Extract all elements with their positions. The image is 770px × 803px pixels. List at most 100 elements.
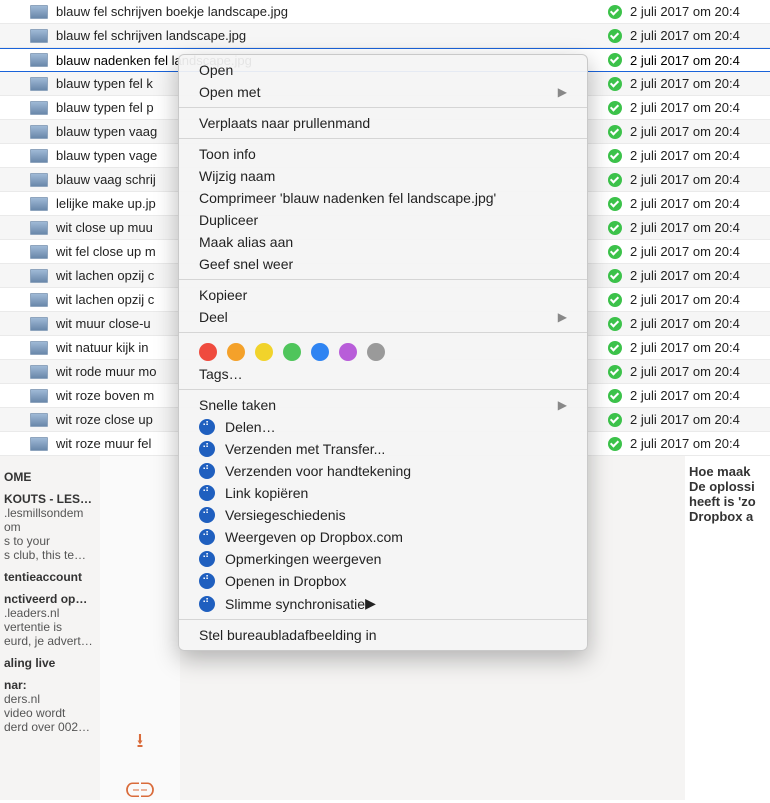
label: Delen… [225, 419, 276, 435]
dropbox-openin[interactable]: Openen in Dropbox [179, 570, 587, 592]
tag-color-dot[interactable] [311, 343, 329, 361]
chevron-right-icon: ▶ [558, 85, 567, 99]
dropbox-smartsync[interactable]: Slimme synchronisatie▶ [179, 592, 587, 615]
image-thumb-icon [30, 5, 48, 19]
separator [179, 138, 587, 139]
label: Verplaats naar prullenmand [199, 115, 370, 131]
txt: vertentie is [4, 620, 96, 634]
tag-color-dot[interactable] [227, 343, 245, 361]
action-bar: ⭳ ᕮᕭ [100, 456, 180, 800]
dropbox-icon [199, 485, 215, 501]
txt: tentieaccount [4, 570, 96, 584]
dropbox-icon [199, 529, 215, 545]
image-thumb-icon [30, 269, 48, 283]
menu-copy[interactable]: Kopieer [179, 284, 587, 306]
menu-share[interactable]: Deel▶ [179, 306, 587, 328]
menu-open[interactable]: Open [179, 59, 587, 81]
chevron-right-icon: ▶ [365, 595, 376, 612]
tag-color-dot[interactable] [255, 343, 273, 361]
download-icon[interactable]: ⭳ [137, 726, 144, 760]
label: Open [199, 62, 233, 78]
chevron-right-icon: ▶ [558, 310, 567, 324]
menu-wallpaper[interactable]: Stel bureaubladafbeelding in [179, 624, 587, 646]
image-thumb-icon [30, 341, 48, 355]
image-thumb-icon [30, 245, 48, 259]
menu-open-with[interactable]: Open met ▶ [179, 81, 587, 103]
txt: s club, this te… [4, 548, 96, 562]
share-people-icon[interactable]: ᕮᕭ [125, 780, 155, 803]
image-thumb-icon [30, 413, 48, 427]
dropbox-transfer[interactable]: Verzenden met Transfer... [179, 438, 587, 460]
menu-compress[interactable]: Comprimeer 'blauw nadenken fel landscape… [179, 187, 587, 209]
txt: .leaders.nl [4, 606, 96, 620]
dropbox-viewweb[interactable]: Weergeven op Dropbox.com [179, 526, 587, 548]
dropbox-icon [199, 573, 215, 589]
file-name: blauw fel schrijven boekje landscape.jpg [56, 4, 600, 19]
file-date: 2 juli 2017 om 20:4 [630, 196, 770, 211]
tag-color-dot[interactable] [367, 343, 385, 361]
file-row[interactable]: blauw fel schrijven boekje landscape.jpg… [0, 0, 770, 24]
tag-color-dot[interactable] [199, 343, 217, 361]
image-thumb-icon [30, 149, 48, 163]
txt: .lesmillsondem [4, 506, 96, 520]
image-thumb-icon [30, 389, 48, 403]
menu-rename[interactable]: Wijzig naam [179, 165, 587, 187]
check-icon [608, 437, 622, 451]
dropbox-history[interactable]: Versiegeschiedenis [179, 504, 587, 526]
menu-quick-actions[interactable]: Snelle taken▶ [179, 394, 587, 416]
txt: aling live [4, 656, 96, 670]
sync-status [600, 317, 630, 331]
label: Toon info [199, 146, 256, 162]
quicklook-sidebar-right: Hoe maak De oplossi heeft is 'zo Dropbox… [685, 456, 770, 800]
check-icon [608, 173, 622, 187]
dropbox-signature[interactable]: Verzenden voor handtekening [179, 460, 587, 482]
sync-status [600, 341, 630, 355]
dropbox-copylink[interactable]: Link kopiëren [179, 482, 587, 504]
check-icon [608, 5, 622, 19]
label: Slimme synchronisatie [225, 596, 365, 612]
image-thumb-icon [30, 293, 48, 307]
sync-status [600, 101, 630, 115]
label: Versiegeschiedenis [225, 507, 346, 523]
dropbox-comments[interactable]: Opmerkingen weergeven [179, 548, 587, 570]
txt: nar: [4, 678, 96, 692]
label: Kopieer [199, 287, 247, 303]
txt: nctiveerd op… [4, 592, 96, 606]
menu-trash[interactable]: Verplaats naar prullenmand [179, 112, 587, 134]
file-date: 2 juli 2017 om 20:4 [630, 388, 770, 403]
check-icon [608, 125, 622, 139]
check-icon [608, 245, 622, 259]
label: Open met [199, 84, 260, 100]
label: Stel bureaubladafbeelding in [199, 627, 376, 643]
file-row[interactable]: blauw fel schrijven landscape.jpg2 juli … [0, 24, 770, 48]
txt: derd over 002… [4, 720, 96, 734]
label: Dupliceer [199, 212, 258, 228]
sync-status [600, 173, 630, 187]
menu-duplicate[interactable]: Dupliceer [179, 209, 587, 231]
sync-status [600, 269, 630, 283]
label: Maak alias aan [199, 234, 293, 250]
dropbox-icon [199, 419, 215, 435]
tag-color-row [179, 337, 587, 363]
dropbox-icon [199, 507, 215, 523]
menu-alias[interactable]: Maak alias aan [179, 231, 587, 253]
menu-tags[interactable]: Tags… [179, 363, 587, 385]
image-thumb-icon [30, 29, 48, 43]
menu-info[interactable]: Toon info [179, 143, 587, 165]
menu-quicklook[interactable]: Geef snel weer [179, 253, 587, 275]
sync-status [600, 365, 630, 379]
dropbox-share[interactable]: Delen… [179, 416, 587, 438]
check-icon [608, 365, 622, 379]
file-date: 2 juli 2017 om 20:4 [630, 76, 770, 91]
tag-color-dot[interactable] [339, 343, 357, 361]
txt: eurd, je advert… [4, 634, 96, 648]
sync-status [600, 437, 630, 451]
file-date: 2 juli 2017 om 20:4 [630, 28, 770, 43]
file-date: 2 juli 2017 om 20:4 [630, 53, 770, 68]
file-date: 2 juli 2017 om 20:4 [630, 364, 770, 379]
label: Geef snel weer [199, 256, 293, 272]
txt: video wordt [4, 706, 96, 720]
tag-color-dot[interactable] [283, 343, 301, 361]
txt: KOUTS - LES… [4, 492, 96, 506]
label: Tags… [199, 366, 243, 382]
